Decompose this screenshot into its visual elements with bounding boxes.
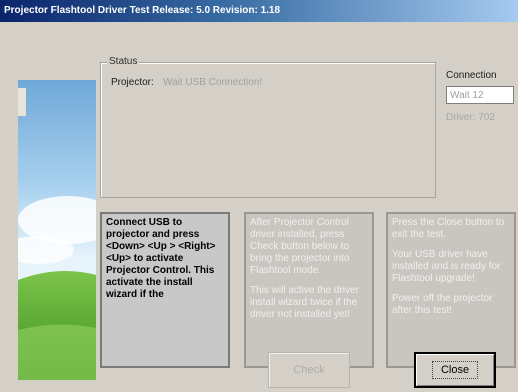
driver-version-text: Driver: 702 <box>446 112 495 123</box>
landscape-banner-image <box>18 80 96 380</box>
close-step-text-2: Your USB driver have installed and is re… <box>392 249 501 284</box>
status-legend: Status <box>107 56 140 67</box>
connection-label: Connection <box>446 70 497 81</box>
projector-label: Projector: <box>111 77 154 88</box>
close-step-panel: Press the Close button to exit the test.… <box>386 212 516 368</box>
close-step-text-1: Press the Close button to exit the test. <box>392 217 505 240</box>
check-step-text-1: After Projector Control driver installed… <box>250 217 350 276</box>
window-title: Projector Flashtool Driver Test Release:… <box>4 5 281 16</box>
status-groupbox: Status Projector: Wait USB Connection! <box>100 56 436 198</box>
check-step-text-2: This will active the driver install wiza… <box>250 285 359 320</box>
close-button[interactable]: Close <box>414 352 496 388</box>
check-step-panel: After Projector Control driver installed… <box>244 212 374 368</box>
close-step-text-3: Power off the projector after this test! <box>392 293 493 316</box>
landscape-banner-icon <box>18 80 96 380</box>
instructions-panel: Connect USB to projector and press <Down… <box>100 212 230 368</box>
window-body: Status Projector: Wait USB Connection! C… <box>0 22 518 392</box>
check-button[interactable]: Check <box>268 352 350 388</box>
instructions-text: Connect USB to projector and press <Down… <box>106 217 216 300</box>
connection-field[interactable] <box>446 86 514 104</box>
close-button-label: Close <box>431 361 479 379</box>
window-title-bar[interactable]: Projector Flashtool Driver Test Release:… <box>0 0 518 22</box>
projector-status-value: Wait USB Connection! <box>163 77 263 88</box>
